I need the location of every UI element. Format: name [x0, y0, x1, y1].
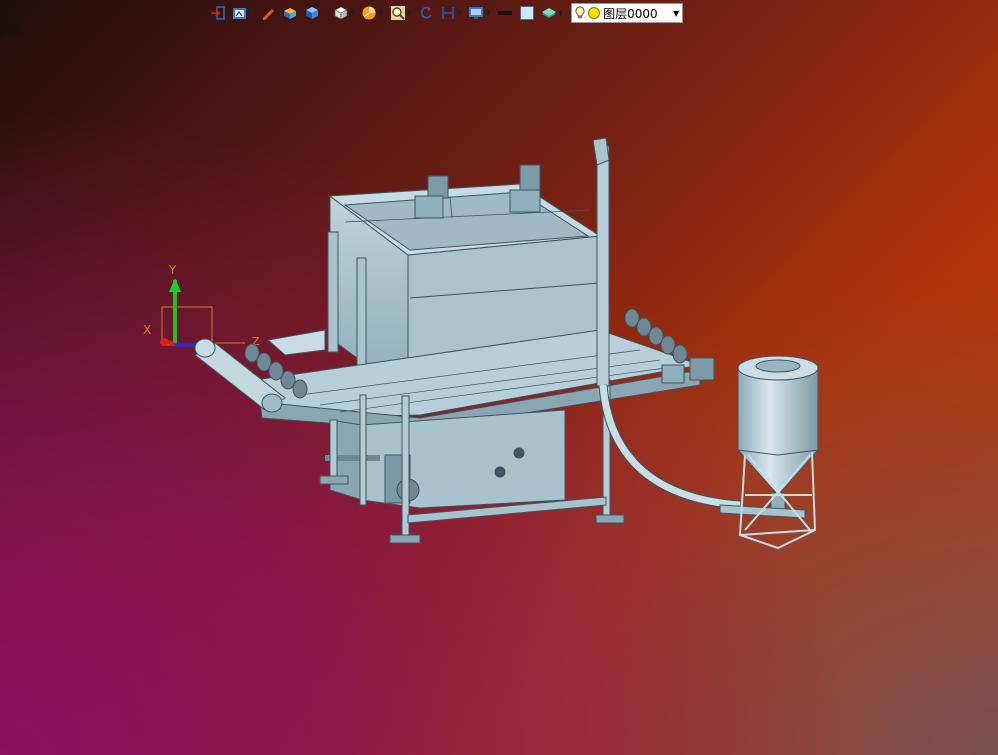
axis-triad: Y X Z [143, 263, 260, 348]
3d-viewport[interactable]: Y X Z [0, 0, 998, 755]
axis-label-x: X [143, 323, 151, 337]
machine-model [194, 137, 819, 550]
axis-label-y: Y [168, 263, 177, 277]
